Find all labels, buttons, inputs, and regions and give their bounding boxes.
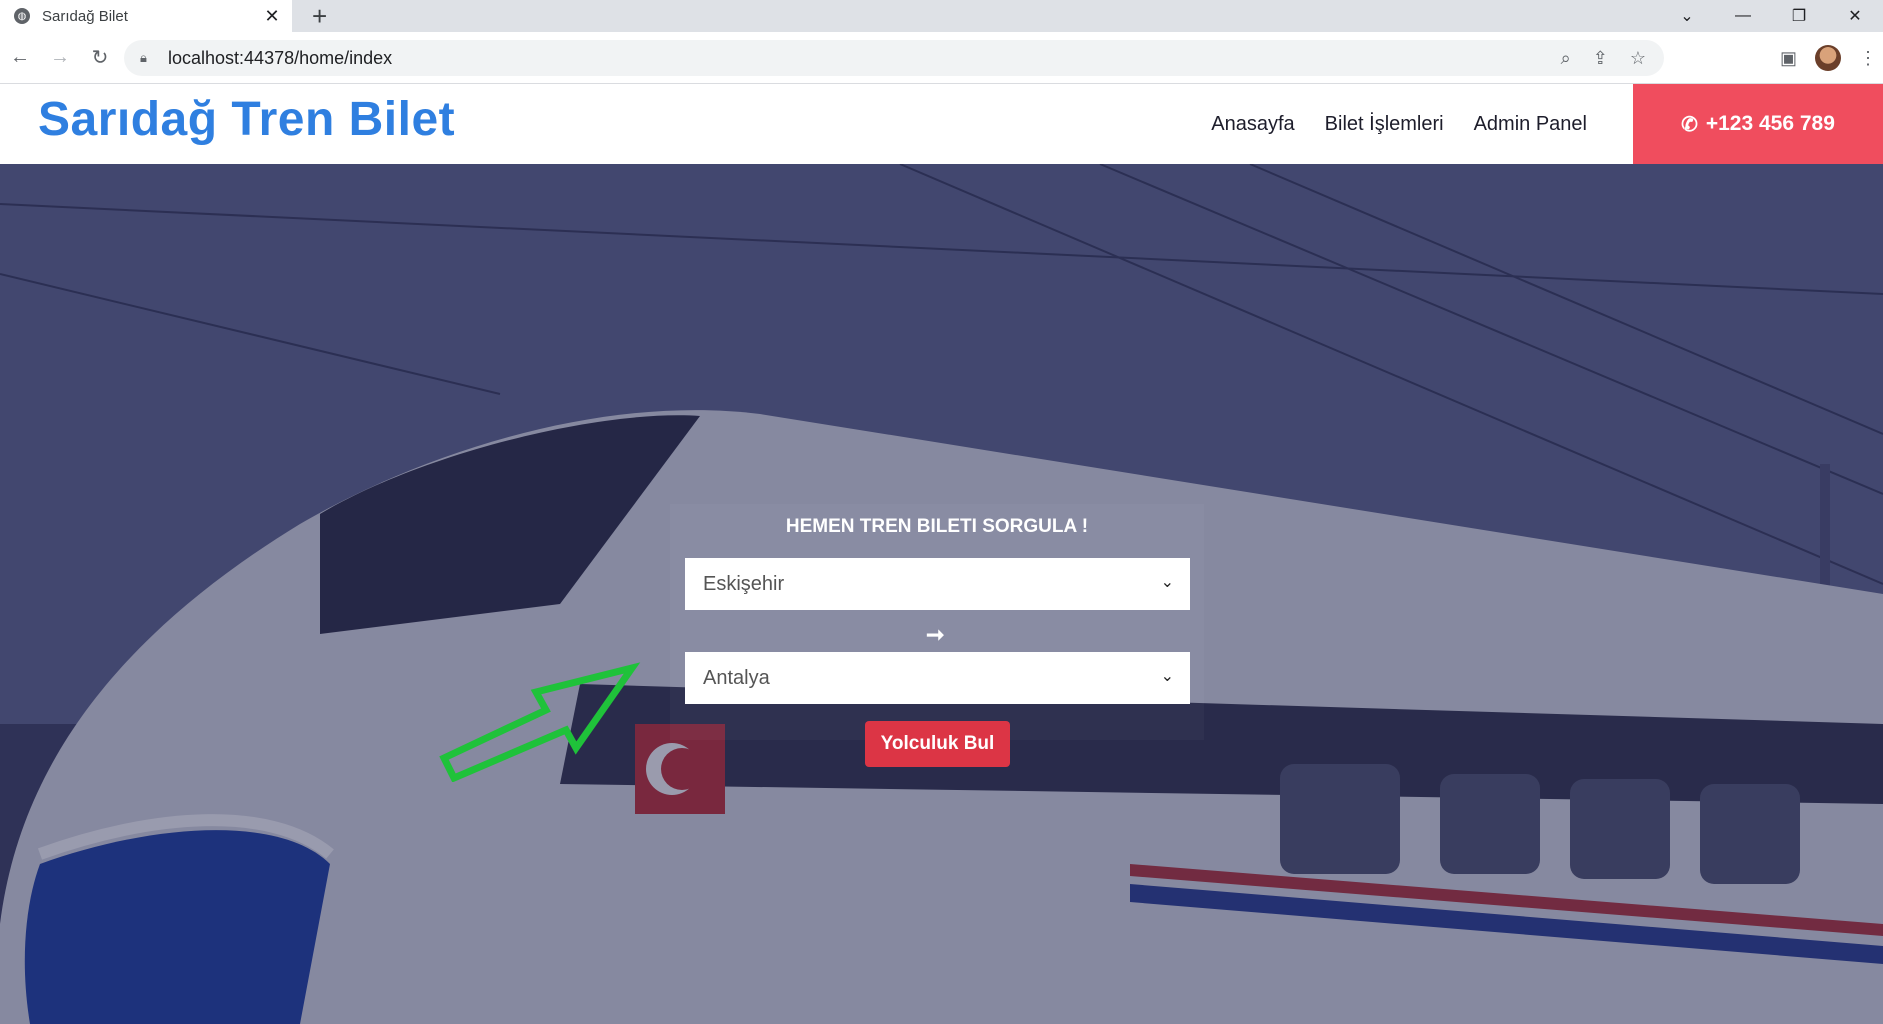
find-journey-button[interactable]: Yolculuk Bul	[865, 721, 1010, 767]
departure-select[interactable]: Eskişehir ⌄	[685, 558, 1190, 610]
window-controls: ⌄ — ❐ ✕	[1659, 0, 1883, 32]
phone-contact[interactable]: ✆ +123 456 789	[1633, 84, 1883, 164]
reload-icon[interactable]: ↻	[80, 45, 120, 70]
search-form: HEMEN TREN BILETI SORGULA ! Eskişehir ⌄ …	[0, 164, 1883, 1024]
bookmark-star-icon[interactable]: ☆	[1630, 48, 1646, 69]
close-window-icon[interactable]: ✕	[1827, 6, 1883, 26]
zoom-icon[interactable]: ⌕	[1561, 48, 1571, 69]
main-nav: Anasayfa Bilet İşlemleri Admin Panel	[1211, 84, 1587, 164]
menu-icon[interactable]: ⋮	[1859, 48, 1877, 69]
profile-avatar[interactable]	[1815, 45, 1841, 71]
search-title: HEMEN TREN BILETI SORGULA !	[785, 516, 1089, 537]
nav-admin-panel[interactable]: Admin Panel	[1474, 113, 1587, 136]
close-tab-icon[interactable]: ✕	[262, 6, 282, 27]
nav-home[interactable]: Anasayfa	[1211, 113, 1294, 136]
chevron-down-icon: ⌄	[1160, 668, 1174, 685]
browser-tab[interactable]: ◍ Sarıdağ Bilet ✕	[0, 0, 292, 32]
forward-icon[interactable]: →	[40, 46, 80, 69]
arrival-value: Antalya	[703, 666, 770, 689]
share-icon[interactable]: ⇪	[1593, 48, 1608, 69]
chevron-down-icon: ⌄	[1160, 574, 1174, 591]
browser-toolbar: ← → ↻ 🔒︎ localhost:44378/home/index ⌕ ⇪ …	[0, 32, 1883, 84]
brand-logo[interactable]: Sarıdağ Tren Bilet	[38, 92, 455, 147]
phone-number: +123 456 789	[1705, 112, 1835, 135]
site-header: Sarıdağ Tren Bilet Anasayfa Bilet İşleml…	[0, 84, 1883, 164]
address-bar[interactable]: 🔒︎ localhost:44378/home/index ⌕ ⇪ ☆	[124, 40, 1664, 76]
arrival-select[interactable]: Antalya ⌄	[685, 652, 1190, 704]
phone-icon: ✆	[1681, 113, 1698, 136]
annotation-arrow-icon	[439, 662, 641, 782]
nav-ticket-operations[interactable]: Bilet İşlemleri	[1325, 113, 1444, 136]
lock-icon[interactable]: 🔒︎	[140, 50, 154, 66]
direction-arrow-icon: ➞	[926, 622, 945, 647]
browser-tabstrip: ◍ Sarıdağ Bilet ✕ + ⌄ — ❐ ✕	[0, 0, 1883, 32]
restore-icon[interactable]: ❐	[1771, 6, 1827, 26]
tab-title: Sarıdağ Bilet	[42, 7, 128, 25]
new-tab-icon[interactable]: +	[312, 2, 327, 30]
departure-value: Eskişehir	[703, 572, 785, 595]
minimize-icon[interactable]: —	[1715, 7, 1771, 25]
globe-icon: ◍	[14, 8, 30, 24]
side-panel-icon[interactable]: ▣	[1780, 48, 1797, 69]
tab-search-icon[interactable]: ⌄	[1659, 6, 1715, 26]
back-icon[interactable]: ←	[0, 46, 40, 69]
url-text[interactable]: localhost:44378/home/index	[168, 48, 392, 69]
